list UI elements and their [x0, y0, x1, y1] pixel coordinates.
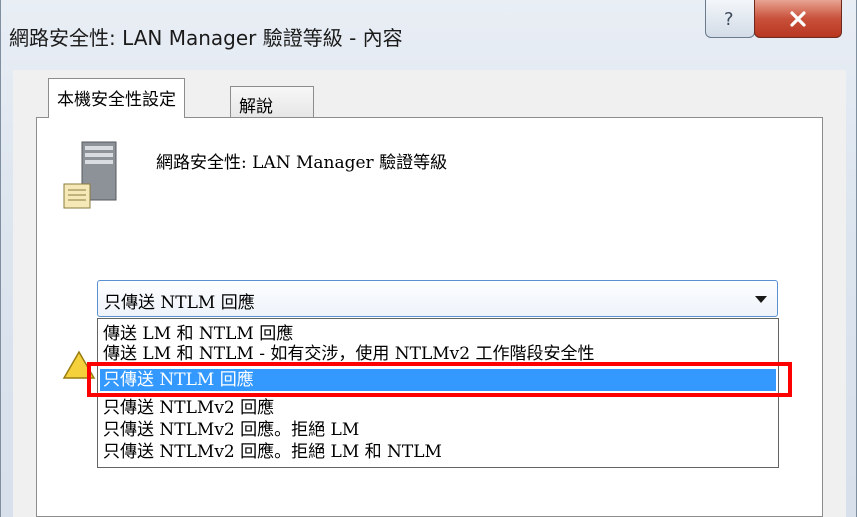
server-icon — [63, 141, 117, 209]
window-title: 網路安全性: LAN Manager 驗證等級 - 內容 — [9, 26, 403, 50]
tab-local-security-setting[interactable]: 本機安全性設定 — [48, 78, 185, 118]
dropdown-option[interactable]: 傳送 LM 和 NTLM 回應 — [100, 323, 776, 345]
policy-name: 網路安全性: LAN Manager 驗證等級 — [156, 153, 448, 173]
help-button[interactable]: ? — [705, 0, 755, 38]
combobox-value: 只傳送 NTLM 回應 — [104, 293, 255, 313]
tab-label: 解說 — [239, 97, 273, 117]
dropdown-option[interactable]: 只傳送 NTLMv2 回應 — [100, 397, 776, 419]
authentication-level-combobox[interactable]: 只傳送 NTLM 回應 — [97, 280, 778, 317]
help-icon: ? — [724, 9, 734, 29]
chevron-down-icon[interactable] — [755, 296, 767, 303]
annotation-highlight-box — [87, 362, 792, 397]
svg-text:?: ? — [724, 9, 734, 29]
dropdown-option[interactable]: 只傳送 NTLMv2 回應。拒絕 LM — [100, 419, 776, 441]
close-icon — [790, 10, 806, 27]
tab-explain[interactable]: 解說 — [230, 86, 314, 118]
tab-label: 本機安全性設定 — [57, 90, 176, 110]
dropdown-option[interactable]: 只傳送 NTLMv2 回應。拒絕 LM 和 NTLM — [100, 441, 776, 463]
close-button[interactable] — [754, 0, 842, 38]
